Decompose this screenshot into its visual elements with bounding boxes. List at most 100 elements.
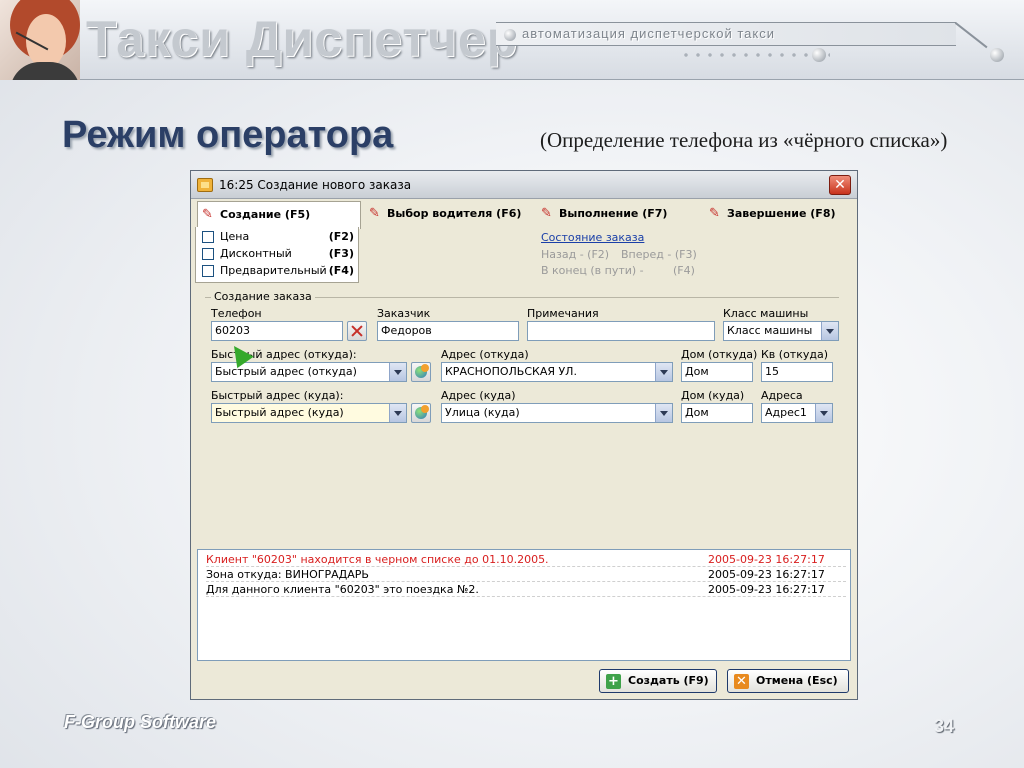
- address-to-select[interactable]: Улица (куда): [441, 403, 673, 423]
- tab-create-label: Создание (F5): [220, 208, 311, 221]
- customer-label: Заказчик: [377, 307, 431, 320]
- map-globe-icon[interactable]: [411, 403, 431, 423]
- blacklist-icon[interactable]: [347, 321, 367, 341]
- tab-create[interactable]: ✎ Создание (F5): [197, 201, 361, 229]
- log-message: Клиент "60203" находится в черном списке…: [206, 553, 549, 566]
- pencil-icon: ✎: [709, 206, 720, 221]
- chevron-down-icon[interactable]: [389, 404, 406, 422]
- option-hotkey: (F3): [328, 247, 354, 260]
- log-time: 2005-09-23 16:27:17: [708, 583, 825, 596]
- slide-subtitle: (Определение телефона из «чёрного списка…: [540, 128, 948, 152]
- order-status-link[interactable]: Состояние заказа: [541, 231, 644, 244]
- address-to-value: Улица (куда): [445, 406, 520, 419]
- tab-execution-label: Выполнение (F7): [559, 207, 668, 220]
- addresses-select[interactable]: Адрес1: [761, 403, 833, 423]
- window-caption: 16:25 Создание нового заказа: [219, 178, 412, 192]
- header-divider: [954, 22, 988, 49]
- log-row: Зона откуда: ВИНОГРАДАРЬ 2005-09-23 16:2…: [206, 567, 846, 582]
- log-message: Зона откуда: ВИНОГРАДАРЬ: [206, 568, 369, 581]
- option-hotkey: (F2): [328, 230, 354, 243]
- log-message: Для данного клиента "60203" это поездка …: [206, 583, 479, 596]
- customer-input[interactable]: Федоров: [377, 321, 519, 341]
- create-button[interactable]: + Создать (F9): [599, 669, 717, 693]
- decor-ball-icon: [990, 48, 1004, 62]
- window-titlebar[interactable]: 16:25 Создание нового заказа ✕: [191, 171, 857, 199]
- log-row: Клиент "60203" находится в черном списке…: [206, 552, 846, 567]
- cancel-button-label: Отмена (Esc): [756, 674, 838, 687]
- address-from-value: КРАСНОПОЛЬСКАЯ УЛ.: [445, 365, 577, 378]
- option-preliminary[interactable]: Предварительный (F4): [202, 263, 354, 279]
- addresses-value: Адрес1: [765, 406, 807, 419]
- header-title: Такси Диспетчер: [86, 11, 519, 67]
- tab-bar: ✎ Создание (F5) ✎ Выбор водителя (F6) ✎ …: [195, 201, 855, 229]
- option-label: Дисконтный: [220, 247, 292, 260]
- tab-driver-label: Выбор водителя (F6): [387, 207, 522, 220]
- chevron-down-icon[interactable]: [815, 404, 832, 422]
- bullet-icon: [504, 29, 516, 41]
- option-hotkey: (F4): [328, 264, 354, 277]
- house-to-label: Дом (куда): [681, 389, 745, 402]
- chevron-down-icon[interactable]: [655, 404, 672, 422]
- header-strip: автоматизация диспетчерской такси: [496, 22, 956, 46]
- address-from-label: Адрес (откуда): [441, 348, 529, 361]
- option-label: Цена: [220, 230, 250, 243]
- notes-label: Примечания: [527, 307, 599, 320]
- chevron-down-icon[interactable]: [389, 363, 406, 381]
- option-discount[interactable]: Дисконтный (F3): [202, 246, 354, 262]
- operator-avatar: [0, 0, 80, 80]
- apt-from-label: Кв (откуда): [761, 348, 829, 361]
- car-class-select[interactable]: Класс машины: [723, 321, 839, 341]
- car-class-label: Класс машины: [723, 307, 809, 320]
- nav-back: Назад - (F2): [541, 248, 610, 261]
- message-log[interactable]: Клиент "60203" находится в черном списке…: [197, 549, 851, 661]
- decor-ball-icon: [812, 48, 826, 62]
- pencil-icon: ✎: [202, 207, 213, 222]
- phone-input[interactable]: 60203: [211, 321, 343, 341]
- address-to-label: Адрес (куда): [441, 389, 516, 402]
- nav-end: В конец (в пути) -: [541, 264, 644, 277]
- checkbox[interactable]: [202, 248, 214, 260]
- app-icon: [197, 178, 213, 192]
- nav-forward: Вперед - (F3): [621, 248, 697, 261]
- phone-label: Телефон: [211, 307, 262, 320]
- apt-from-input[interactable]: 15: [761, 362, 833, 382]
- address-from-select[interactable]: КРАСНОПОЛЬСКАЯ УЛ.: [441, 362, 673, 382]
- header-dots: [680, 52, 830, 58]
- create-button-label: Создать (F9): [628, 674, 709, 687]
- addresses-label: Адреса: [761, 389, 803, 402]
- house-from-input[interactable]: Дом: [681, 362, 753, 382]
- house-to-input[interactable]: Дом: [681, 403, 753, 423]
- tab-completion-label: Завершение (F8): [727, 207, 836, 220]
- nav-end-hotkey: (F4): [673, 264, 695, 277]
- checkbox[interactable]: [202, 231, 214, 243]
- chevron-down-icon[interactable]: [655, 363, 672, 381]
- option-price[interactable]: Цена (F2): [202, 229, 354, 245]
- log-row: Для данного клиента "60203" это поездка …: [206, 582, 846, 597]
- pencil-icon: ✎: [541, 206, 552, 221]
- car-class-value: Класс машины: [727, 324, 813, 337]
- option-label: Предварительный: [220, 264, 327, 277]
- log-time: 2005-09-23 16:27:17: [708, 568, 825, 581]
- header-subtitle: автоматизация диспетчерской такси: [522, 26, 775, 41]
- chevron-down-icon[interactable]: [821, 322, 838, 340]
- quick-to-select[interactable]: Быстрый адрес (куда): [211, 403, 407, 423]
- slide-header: Такси Диспетчер автоматизация диспетчерс…: [0, 0, 1024, 80]
- pencil-icon: ✎: [369, 206, 380, 221]
- tab-completion[interactable]: ✎ Завершение (F8): [705, 201, 855, 227]
- checkbox[interactable]: [202, 265, 214, 277]
- group-label: Создание заказа: [211, 290, 315, 303]
- tab-execution[interactable]: ✎ Выполнение (F7): [537, 201, 703, 227]
- map-globe-icon[interactable]: [411, 362, 431, 382]
- quick-to-value: Быстрый адрес (куда): [215, 406, 344, 419]
- notes-input[interactable]: [527, 321, 715, 341]
- tab-driver[interactable]: ✎ Выбор водителя (F6): [365, 201, 535, 227]
- cancel-x-icon: ✕: [734, 674, 749, 689]
- company-name: F-Group Software: [64, 712, 216, 732]
- cancel-button[interactable]: ✕ Отмена (Esc): [727, 669, 849, 693]
- close-button[interactable]: ✕: [829, 175, 851, 195]
- plus-icon: +: [606, 674, 621, 689]
- slide-title: Режим оператора: [62, 114, 394, 156]
- quick-to-label: Быстрый адрес (куда):: [211, 389, 344, 402]
- page-number: 34: [934, 716, 955, 736]
- create-options-panel: Цена (F2) Дисконтный (F3) Предварительны…: [195, 227, 359, 283]
